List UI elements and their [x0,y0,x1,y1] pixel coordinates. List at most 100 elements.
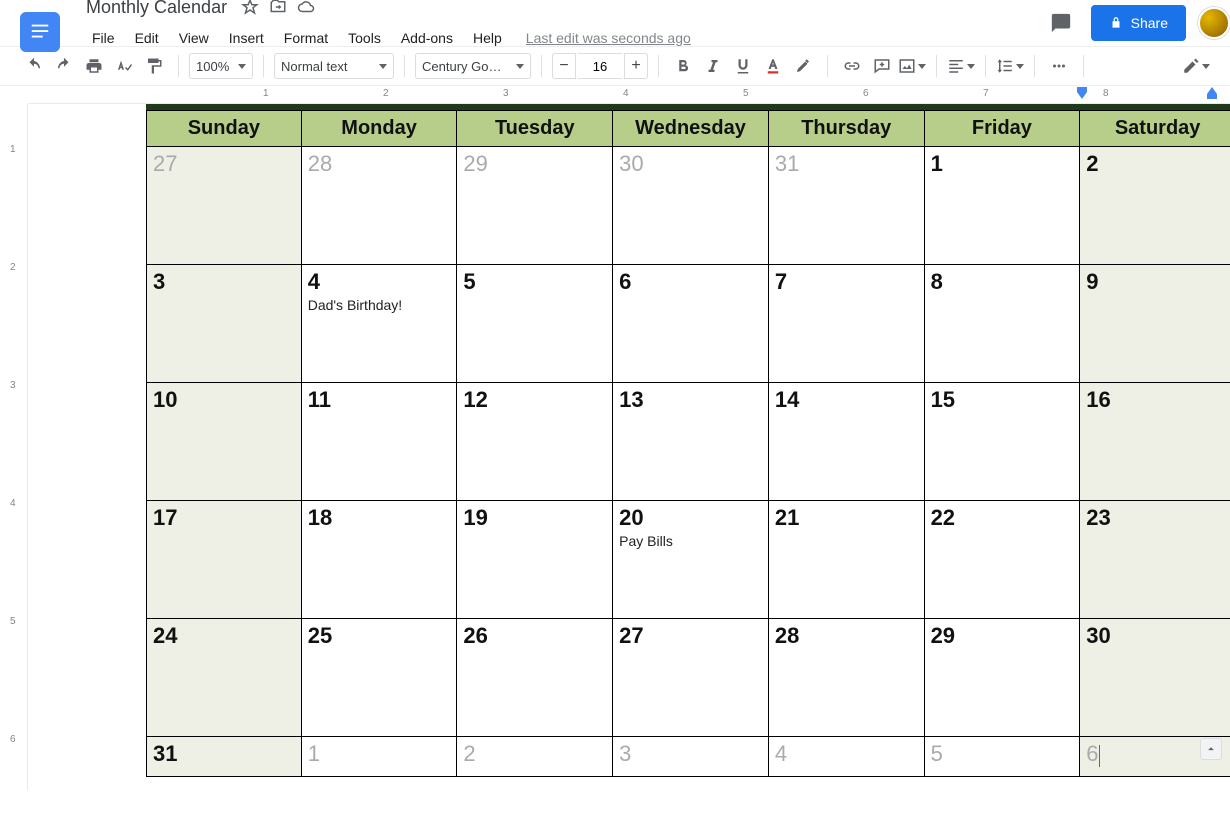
calendar-cell[interactable]: 30 [1080,619,1230,737]
calendar-cell[interactable]: 27 [146,147,302,265]
calendar-cell[interactable]: 25 [302,619,458,737]
more-button[interactable] [1045,52,1073,80]
calendar-cell[interactable]: 8 [925,265,1081,383]
font-size-increase[interactable]: + [624,53,648,79]
highlight-button[interactable] [789,52,817,80]
calendar-cell[interactable]: 15 [925,383,1081,501]
calendar-cell[interactable]: 10 [146,383,302,501]
day-number: 25 [308,623,451,649]
menu-format[interactable]: Format [276,26,336,50]
calendar-cell[interactable]: 28 [769,619,925,737]
calendar-table[interactable]: SundayMondayTuesdayWednesdayThursdayFrid… [146,104,1230,777]
font-select[interactable]: Century Go… [415,53,531,79]
calendar-cell[interactable]: 29 [457,147,613,265]
calendar-cell[interactable]: 17 [146,501,302,619]
calendar-cell[interactable]: 7 [769,265,925,383]
calendar-cell[interactable]: 4 [769,737,925,777]
paragraph-style-select[interactable]: Normal text [274,53,394,79]
cloud-status-icon[interactable] [297,0,315,16]
calendar-cell[interactable]: 2 [1080,147,1230,265]
calendar-cell[interactable]: 29 [925,619,1081,737]
calendar-cell[interactable]: 31 [146,737,302,777]
account-avatar[interactable] [1198,7,1230,39]
calendar-cell[interactable]: 28 [302,147,458,265]
calendar-cell[interactable]: 1 [302,737,458,777]
calendar-cell[interactable]: 1 [925,147,1081,265]
align-button[interactable] [947,52,975,80]
document-canvas[interactable]: SundayMondayTuesdayWednesdayThursdayFrid… [28,104,1230,790]
insert-comment-button[interactable] [868,52,896,80]
star-icon[interactable] [241,0,259,16]
calendar-cell[interactable]: 14 [769,383,925,501]
bold-button[interactable] [669,52,697,80]
italic-button[interactable] [699,52,727,80]
menu-addons[interactable]: Add-ons [393,26,461,50]
calendar-cell[interactable]: 5 [925,737,1081,777]
move-icon[interactable] [269,0,287,16]
day-header[interactable]: Tuesday [457,110,613,147]
chevron-down-icon [1202,64,1210,69]
zoom-select[interactable]: 100% [189,53,253,79]
calendar-cell[interactable]: 4Dad's Birthday! [302,265,458,383]
day-number: 13 [619,387,762,413]
calendar-cell[interactable]: 3 [146,265,302,383]
horizontal-ruler[interactable]: 12345678 [28,86,1230,104]
editing-mode-button[interactable] [1182,52,1210,80]
print-button[interactable] [80,52,108,80]
toolbar: 100% Normal text Century Go… − + [0,46,1230,86]
calendar-cell[interactable]: 19 [457,501,613,619]
paint-format-button[interactable] [140,52,168,80]
calendar-cell[interactable]: 5 [457,265,613,383]
calendar-cell[interactable]: 31 [769,147,925,265]
font-size-input[interactable] [578,53,622,79]
calendar-event[interactable]: Pay Bills [619,533,762,549]
chevron-down-icon [379,64,387,69]
underline-button[interactable] [729,52,757,80]
calendar-cell[interactable]: 12 [457,383,613,501]
day-header[interactable]: Sunday [146,110,302,147]
calendar-cell[interactable]: 21 [769,501,925,619]
insert-link-button[interactable] [838,52,866,80]
docs-logo[interactable] [20,12,60,52]
line-spacing-button[interactable] [996,52,1024,80]
calendar-cell[interactable]: 2 [457,737,613,777]
calendar-cell[interactable]: 16 [1080,383,1230,501]
day-header[interactable]: Monday [302,110,458,147]
calendar-event[interactable]: Dad's Birthday! [308,297,451,313]
menu-edit[interactable]: Edit [127,26,167,50]
calendar-cell[interactable]: 6 [613,265,769,383]
day-header[interactable]: Saturday [1080,110,1230,147]
calendar-cell[interactable]: 11 [302,383,458,501]
calendar-cell[interactable]: 24 [146,619,302,737]
insert-image-button[interactable] [898,52,926,80]
calendar-cell[interactable]: 27 [613,619,769,737]
day-header[interactable]: Friday [925,110,1081,147]
calendar-cell[interactable]: 30 [613,147,769,265]
menu-help[interactable]: Help [465,26,510,50]
menu-file[interactable]: File [84,26,123,50]
day-header[interactable]: Thursday [769,110,925,147]
redo-button[interactable] [50,52,78,80]
text-color-button[interactable] [759,52,787,80]
calendar-cell[interactable]: 22 [925,501,1081,619]
vertical-ruler[interactable]: 123456 [0,104,28,790]
menu-insert[interactable]: Insert [221,26,272,50]
calendar-cell[interactable]: 3 [613,737,769,777]
calendar-cell[interactable]: 18 [302,501,458,619]
last-edit-link[interactable]: Last edit was seconds ago [526,30,691,46]
share-button[interactable]: Share [1091,5,1186,41]
spellcheck-button[interactable] [110,52,138,80]
calendar-cell[interactable]: 26 [457,619,613,737]
document-title[interactable]: Monthly Calendar [80,0,233,20]
menu-view[interactable]: View [171,26,217,50]
calendar-cell[interactable]: 23 [1080,501,1230,619]
day-header[interactable]: Wednesday [613,110,769,147]
comments-button[interactable] [1043,5,1079,41]
calendar-cell[interactable]: 9 [1080,265,1230,383]
undo-button[interactable] [20,52,48,80]
calendar-cell[interactable]: 13 [613,383,769,501]
explore-button[interactable] [1200,738,1222,760]
calendar-cell[interactable]: 20Pay Bills [613,501,769,619]
font-size-decrease[interactable]: − [552,53,576,79]
menu-tools[interactable]: Tools [340,26,389,50]
